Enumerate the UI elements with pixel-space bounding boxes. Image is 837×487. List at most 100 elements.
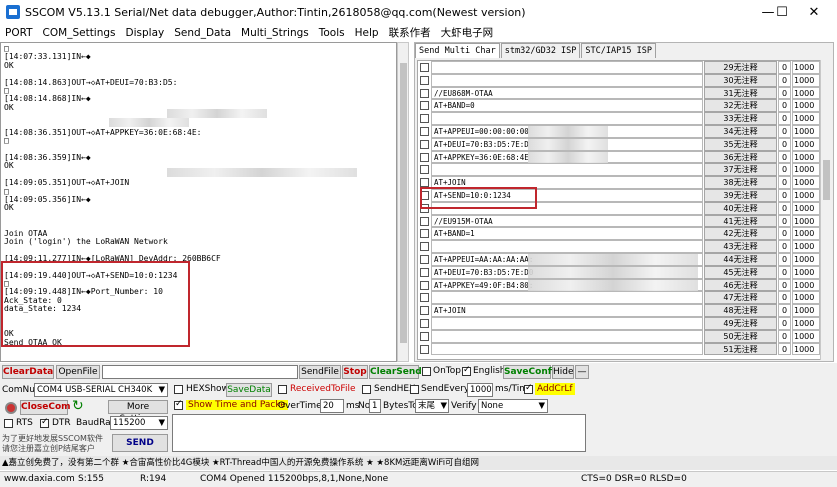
tab-send-multi-char[interactable]: Send Multi Char (415, 43, 500, 58)
row-checkbox[interactable] (420, 242, 429, 252)
row-checkbox[interactable] (420, 331, 429, 341)
command-input[interactable] (431, 342, 703, 356)
hide-button[interactable]: Hide (552, 365, 574, 379)
clear-data-button[interactable]: ClearData (2, 365, 54, 379)
delay-input[interactable]: 1000 (792, 265, 820, 279)
delay-input[interactable]: 1000 (792, 86, 820, 100)
delay-input[interactable]: 1000 (792, 342, 820, 356)
order-input[interactable]: 0 (778, 137, 791, 151)
file-path-input[interactable] (102, 365, 298, 379)
save-config-button[interactable]: SaveConfig (503, 365, 561, 379)
row-checkbox[interactable] (420, 280, 429, 290)
send-row-button[interactable]: 44无注释 (704, 253, 777, 266)
command-input[interactable] (431, 61, 703, 74)
command-input[interactable] (431, 112, 703, 125)
add-crlf-checkbox[interactable] (524, 383, 533, 394)
log-scrollbar[interactable] (397, 42, 409, 362)
delay-input[interactable]: 1000 (792, 253, 820, 266)
send-text-input[interactable] (172, 414, 586, 452)
menu-com-settings[interactable]: COM_Settings (38, 27, 121, 39)
order-input[interactable]: 0 (778, 291, 791, 305)
row-checkbox[interactable] (420, 101, 429, 111)
send-row-button[interactable]: 50无注释 (704, 329, 777, 343)
delay-input[interactable]: 1000 (792, 189, 820, 202)
delay-input[interactable]: 1000 (792, 150, 820, 164)
refresh-icon[interactable]: ↻ (72, 398, 84, 414)
menu-contact-author[interactable]: 联系作者 (384, 25, 436, 40)
order-input[interactable]: 0 (778, 73, 791, 87)
close-com-button[interactable]: CloseCom (20, 400, 71, 415)
grid-scrollbar[interactable] (820, 60, 832, 360)
overtime-input[interactable]: 20 (320, 399, 344, 413)
command-input[interactable] (431, 291, 703, 305)
send-every-input[interactable]: 1000 (467, 383, 493, 397)
command-input[interactable]: //EU915M-OTAA (431, 214, 703, 228)
tab-stc-isp[interactable]: STC/IAP15 ISP (581, 43, 656, 58)
dtr-checkbox[interactable] (40, 417, 49, 428)
send-row-button[interactable]: 45无注释 (704, 265, 777, 279)
menu-tools[interactable]: Tools (314, 27, 350, 39)
order-input[interactable]: 0 (778, 163, 791, 177)
order-input[interactable]: 0 (778, 227, 791, 241)
row-checkbox[interactable] (420, 216, 429, 226)
send-file-button[interactable]: SendFile (299, 365, 341, 379)
delay-input[interactable]: 1000 (792, 278, 820, 292)
send-row-button[interactable]: 39无注释 (704, 189, 777, 202)
order-input[interactable]: 0 (778, 317, 791, 330)
tab-stm32-isp[interactable]: stm32/GD32 ISP (500, 43, 581, 58)
send-row-button[interactable]: 37无注释 (704, 163, 777, 177)
row-checkbox[interactable] (420, 127, 429, 136)
order-input[interactable]: 0 (778, 278, 791, 292)
status-site[interactable]: www.daxia.com (4, 474, 75, 484)
delay-input[interactable]: 1000 (792, 137, 820, 151)
delay-input[interactable]: 1000 (792, 291, 820, 305)
send-row-button[interactable]: 33无注释 (704, 112, 777, 125)
scroll-thumb[interactable] (400, 63, 407, 343)
send-row-button[interactable]: 36无注释 (704, 150, 777, 164)
send-row-button[interactable]: 32无注释 (704, 99, 777, 113)
order-input[interactable]: 0 (778, 99, 791, 113)
command-input[interactable]: AT+JOIN (431, 304, 703, 317)
send-row-button[interactable]: 31无注释 (704, 86, 777, 100)
send-row-button[interactable]: 51无注释 (704, 342, 777, 356)
command-input[interactable]: //EU868M-OTAA (431, 86, 703, 100)
row-checkbox[interactable] (420, 165, 429, 175)
send-row-button[interactable]: 48无注释 (704, 304, 777, 317)
clear-send-button[interactable]: ClearSend (369, 365, 422, 379)
send-row-button[interactable]: 35无注释 (704, 137, 777, 151)
english-checkbox[interactable] (462, 365, 471, 376)
delay-input[interactable]: 1000 (792, 176, 820, 189)
save-data-button[interactable]: SaveData (226, 383, 272, 397)
close-button[interactable]: ✕ (791, 0, 837, 24)
delay-input[interactable]: 1000 (792, 240, 820, 253)
delay-input[interactable]: 1000 (792, 304, 820, 317)
order-input[interactable]: 0 (778, 240, 791, 253)
command-input[interactable]: AT+BAND=0 (431, 99, 703, 113)
send-hex-checkbox[interactable] (362, 385, 371, 394)
row-checkbox[interactable] (420, 293, 429, 303)
delay-input[interactable]: 1000 (792, 99, 820, 113)
order-input[interactable]: 0 (778, 176, 791, 189)
send-button[interactable]: SEND (112, 434, 168, 452)
menu-port[interactable]: PORT (0, 27, 38, 39)
send-row-button[interactable]: 38无注释 (704, 176, 777, 189)
verify-select[interactable]: None ▼ (478, 399, 548, 413)
delay-input[interactable]: 1000 (792, 112, 820, 125)
ad-bar[interactable]: ▲嘉立创免费了，没有第二个群 ★合宙高性价比4G模块 ★RT-Thread中国人… (0, 456, 837, 470)
send-row-button[interactable]: 46无注释 (704, 278, 777, 292)
row-checkbox[interactable] (420, 178, 429, 188)
baud-rate-select[interactable]: 115200 ▼ (110, 416, 168, 430)
menu-send-data[interactable]: Send_Data (169, 27, 236, 39)
row-checkbox[interactable] (420, 152, 429, 162)
menu-daxia-site[interactable]: 大虾电子网 (436, 25, 499, 40)
order-input[interactable]: 0 (778, 304, 791, 317)
row-checkbox[interactable] (420, 63, 429, 72)
order-input[interactable]: 0 (778, 201, 791, 215)
row-checkbox[interactable] (420, 344, 429, 354)
scroll-thumb[interactable] (823, 160, 830, 200)
order-input[interactable]: 0 (778, 342, 791, 356)
order-input[interactable]: 0 (778, 189, 791, 202)
stop-button[interactable]: Stop (342, 365, 368, 379)
delay-input[interactable]: 1000 (792, 201, 820, 215)
send-row-button[interactable]: 34无注释 (704, 125, 777, 138)
